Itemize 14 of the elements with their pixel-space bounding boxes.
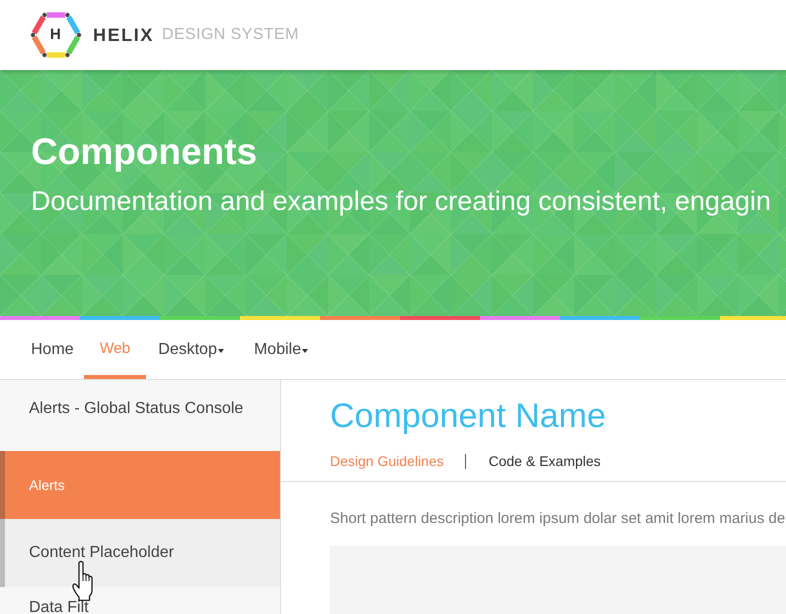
nav-tab[interactable]: Desktop	[158, 320, 224, 379]
logo-letter: H	[50, 26, 61, 44]
component-title: Component Name	[330, 396, 606, 436]
hand-cursor-icon	[72, 560, 93, 601]
nav-tab[interactable]: Home	[31, 320, 74, 379]
hero-subtitle: Documentation and examples for creating consistent, engagin	[31, 185, 771, 218]
content-tab[interactable]: Code & Examples	[488, 451, 601, 471]
hexagon-ring-icon	[30, 12, 82, 58]
pattern-description: Short pattern description lorem ipsum dolar set amit lorem marius de	[329, 509, 786, 529]
brand-tagline: DESIGN SYSTEM	[162, 25, 299, 45]
hero-title: Components	[31, 130, 258, 174]
brand-name: HELIX	[93, 24, 154, 47]
sidebar-item[interactable]: Content Placeholder	[0, 519, 280, 587]
nav-tab[interactable]: Mobile	[254, 320, 308, 379]
